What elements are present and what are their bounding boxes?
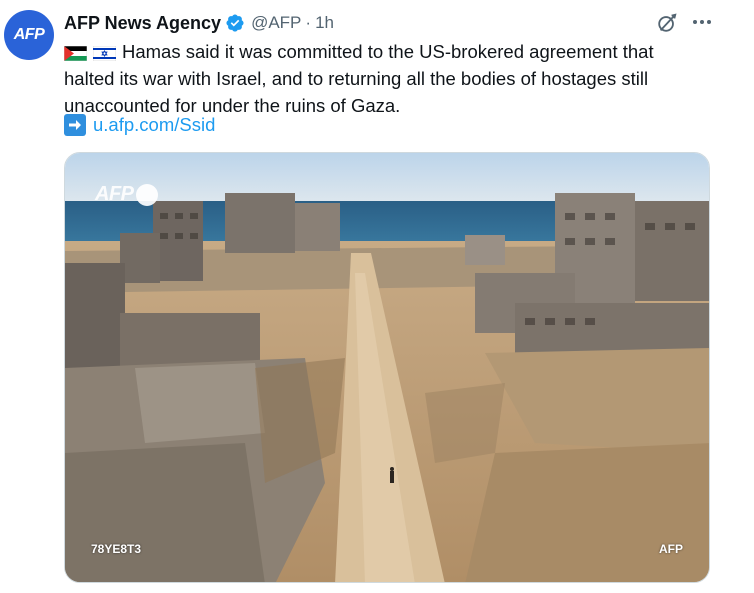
link-row: u.afp.com/Ssid (64, 114, 215, 136)
more-options-icon[interactable] (690, 10, 714, 34)
tweet-body: Hamas said it was committed to the US-br… (64, 41, 654, 116)
palestine-flag-icon (64, 46, 87, 61)
tweet-photo[interactable]: AFP 78YE8T3 AFP (64, 152, 710, 583)
avatar[interactable]: AFP (4, 10, 54, 60)
tweet-header: AFP News Agency @AFP · 1h (64, 12, 334, 34)
tweet-text: Hamas said it was committed to the US-br… (64, 38, 704, 119)
verified-badge-icon (226, 14, 244, 32)
separator-dot: · (305, 13, 312, 32)
photo-code: 78YE8T3 (91, 542, 142, 556)
avatar-label: AFP (13, 26, 45, 43)
photo-credit: AFP (659, 542, 683, 556)
author-handle[interactable]: @AFP (251, 13, 301, 33)
afp-watermark: AFP (95, 183, 158, 206)
author-name[interactable]: AFP News Agency (64, 13, 221, 34)
right-arrow-icon (64, 114, 86, 136)
grok-icon[interactable] (656, 12, 678, 34)
gaza-ruins-photo (65, 153, 709, 582)
israel-flag-icon (93, 46, 116, 61)
article-link[interactable]: u.afp.com/Ssid (93, 114, 215, 136)
timestamp[interactable]: 1h (315, 13, 334, 33)
